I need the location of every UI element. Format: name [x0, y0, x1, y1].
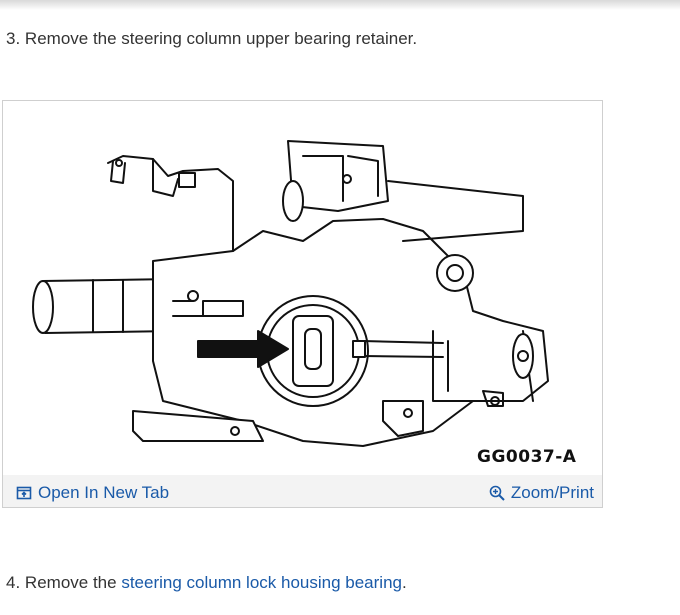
step-4-text-after: .	[401, 573, 407, 592]
zoom-print-link[interactable]: Zoom/Print	[489, 483, 594, 503]
figure-caption: GG0037-A	[477, 447, 577, 467]
steering-column-diagram	[32, 140, 549, 447]
step-3-instruction: Remove the steering column upper bearing…	[24, 29, 418, 48]
step-3-text: 3. Remove the steering column upper bear…	[6, 29, 417, 49]
zoom-magnifier-icon	[489, 485, 505, 501]
open-in-new-tab-label: Open In New Tab	[38, 483, 170, 502]
step-4-text-before: Remove the	[24, 573, 122, 592]
step-4-number: 4.	[6, 573, 21, 592]
open-new-tab-icon	[16, 486, 32, 500]
figure-footer: Open In New Tab Zoom/Print	[3, 475, 602, 507]
diagram-figure: GG0037-A Open In New Tab Zoom/Print	[2, 100, 603, 508]
step-3-number: 3.	[6, 29, 21, 48]
zoom-print-label: Zoom/Print	[510, 483, 594, 502]
lock-housing-bearing-link[interactable]: steering column lock housing bearing	[121, 573, 402, 592]
top-scroll-shadow	[0, 0, 680, 10]
open-in-new-tab-link[interactable]: Open In New Tab	[16, 483, 169, 503]
step-4-text: 4. Remove the steering column lock housi…	[6, 573, 407, 593]
